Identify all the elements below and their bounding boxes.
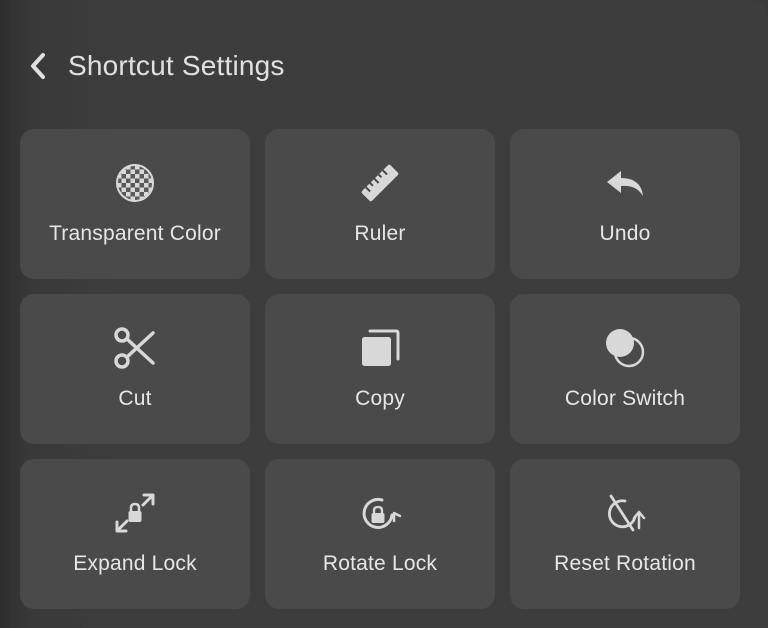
color-switch-icon	[601, 324, 649, 372]
undo-tile[interactable]: Undo	[510, 129, 740, 279]
shortcut-settings-panel: Shortcut Settings Transparent Color Rule…	[0, 0, 768, 628]
rotate-lock-tile[interactable]: Rotate Lock	[265, 459, 495, 609]
undo-icon	[601, 159, 649, 207]
ruler-icon	[356, 159, 404, 207]
header: Shortcut Settings	[28, 44, 285, 88]
tile-label: Transparent Color	[49, 222, 221, 245]
rotate-lock-icon	[356, 489, 404, 537]
chevron-left-icon	[28, 52, 48, 80]
copy-tile[interactable]: Copy	[265, 294, 495, 444]
color-switch-tile[interactable]: Color Switch	[510, 294, 740, 444]
back-button[interactable]	[28, 44, 56, 88]
tile-label: Expand Lock	[73, 552, 197, 575]
scissors-icon	[111, 324, 159, 372]
tile-label: Reset Rotation	[554, 552, 696, 575]
transparent-color-tile[interactable]: Transparent Color	[20, 129, 250, 279]
tile-label: Color Switch	[564, 387, 686, 410]
tile-label: Copy	[355, 387, 405, 410]
cut-tile[interactable]: Cut	[20, 294, 250, 444]
reset-rotation-tile[interactable]: Reset Rotation	[510, 459, 740, 609]
tile-label: Ruler	[354, 222, 406, 245]
expand-lock-icon	[111, 489, 159, 537]
page-title: Shortcut Settings	[68, 50, 285, 81]
reset-rotation-icon	[601, 489, 649, 537]
expand-lock-tile[interactable]: Expand Lock	[20, 459, 250, 609]
tile-label: Rotate Lock	[322, 552, 438, 575]
copy-icon	[356, 324, 404, 372]
tile-label: Cut	[118, 387, 152, 410]
tile-label: Undo	[599, 222, 651, 245]
transparent-color-icon	[111, 159, 159, 207]
ruler-tile[interactable]: Ruler	[265, 129, 495, 279]
